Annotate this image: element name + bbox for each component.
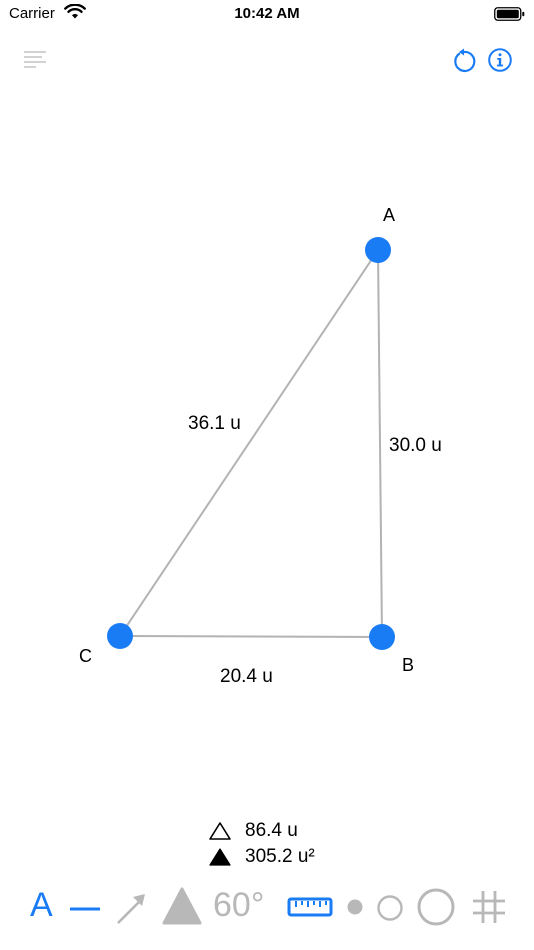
side-ab-length: 30.0 u — [389, 435, 442, 456]
edge-cb — [119, 635, 383, 638]
battery-icon — [494, 7, 525, 21]
info-icon[interactable] — [486, 46, 514, 74]
ruler-tool-icon[interactable] — [287, 896, 333, 918]
grid-tool-icon[interactable] — [470, 888, 508, 926]
area-row: 305.2 u² — [208, 844, 368, 870]
triangle-outline-icon — [209, 822, 231, 840]
small-dot-tool-icon[interactable] — [345, 897, 365, 917]
label-tool[interactable]: A — [30, 886, 53, 925]
side-ac-length: 36.1 u — [188, 413, 241, 434]
small-circle-tool-icon[interactable] — [375, 893, 405, 923]
vertex-b-handle[interactable] — [369, 624, 395, 650]
angle-tool[interactable]: 60° — [213, 886, 264, 925]
large-circle-tool-icon[interactable] — [415, 886, 457, 928]
triangle-filled-icon — [209, 848, 231, 866]
side-cb-length: 20.4 u — [220, 666, 273, 687]
vertex-a-handle[interactable] — [365, 237, 391, 263]
menu-icon[interactable] — [22, 48, 48, 72]
edge-ac — [119, 249, 379, 637]
side-length-tool-icon[interactable] — [68, 896, 102, 922]
vertex-a-label: A — [383, 205, 395, 225]
vertex-c-label: C — [79, 646, 92, 666]
triangle-canvas[interactable]: A B C 36.1 u 30.0 u 20.4 u — [0, 80, 534, 800]
perimeter-value: 86.4 u — [245, 820, 298, 841]
reset-icon[interactable] — [450, 47, 478, 75]
area-tool-icon[interactable] — [161, 886, 203, 926]
vertex-b-label: B — [402, 655, 414, 675]
clock: 10:42 AM — [234, 5, 300, 22]
edge-ab — [377, 249, 383, 638]
arrow-tool-icon[interactable] — [114, 890, 150, 926]
perimeter-row: 86.4 u — [208, 818, 368, 844]
status-bar: Carrier 10:42 AM — [0, 0, 534, 30]
area-value: 305.2 u² — [245, 846, 315, 867]
measurements-summary: 86.4 u 305.2 u² — [208, 818, 368, 870]
vertex-c-handle[interactable] — [107, 623, 133, 649]
